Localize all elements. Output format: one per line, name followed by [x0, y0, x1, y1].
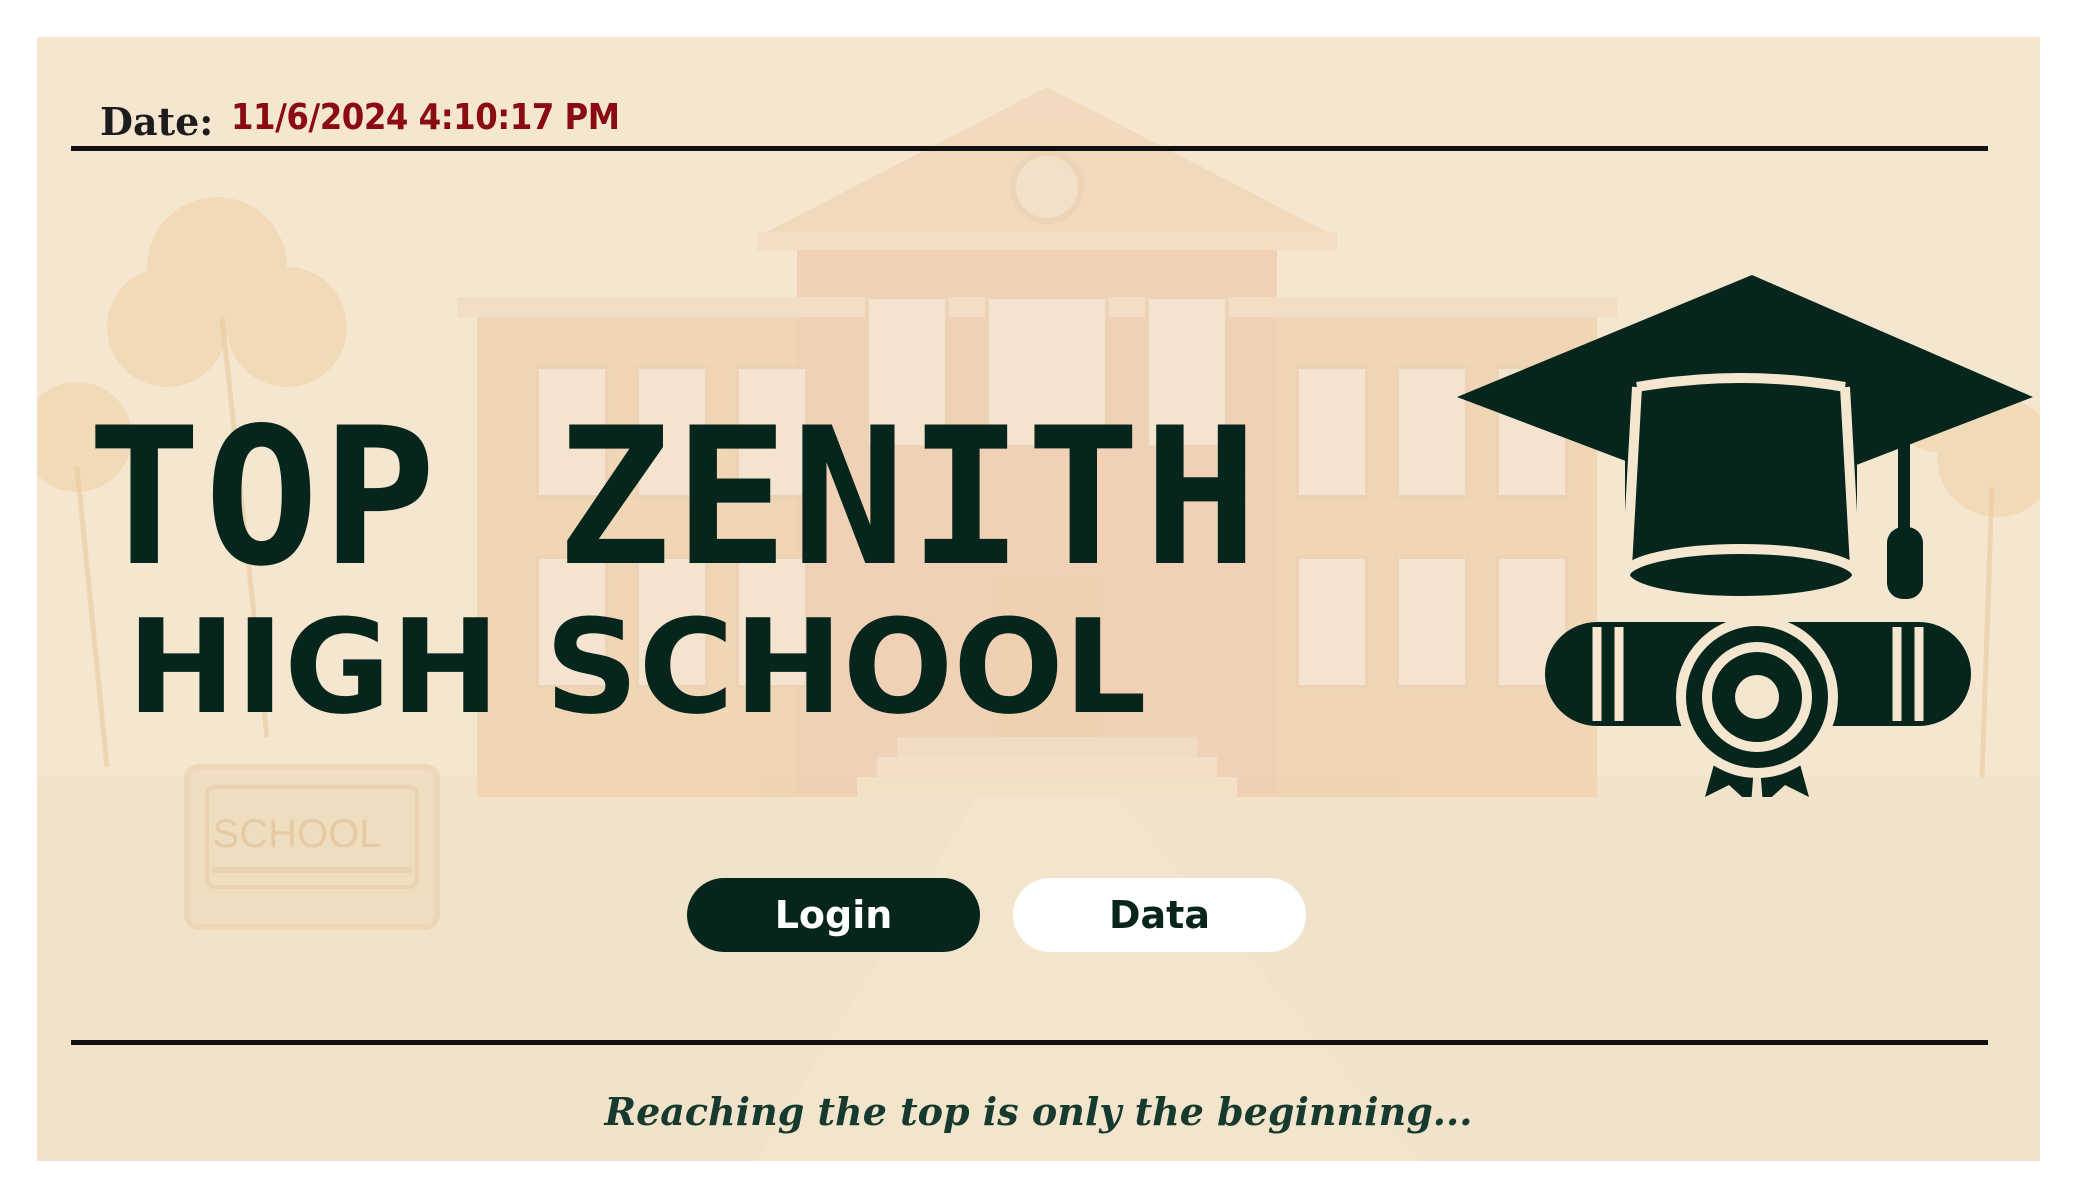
graduation-cap-diploma-icon	[1457, 275, 2033, 797]
date-value: 11/6/2024 4:10:17 PM	[231, 97, 620, 138]
school-tagline: Reaching the top is only the beginning..…	[604, 1089, 1473, 1134]
background-school-sign-text: SCHOOL	[213, 812, 382, 856]
bottom-divider	[71, 1040, 1988, 1045]
school-title: TOP ZENITH	[87, 387, 1261, 608]
date-label: Date:	[100, 99, 214, 144]
app-window: SCHOOL Date: 11/6/2024 4:10:17 PM TOP ZE…	[37, 37, 2040, 1161]
data-button[interactable]: Data	[1013, 878, 1306, 952]
top-divider	[71, 146, 1988, 151]
login-button[interactable]: Login	[687, 878, 980, 952]
school-subtitle: HIGH SCHOOL	[127, 591, 1147, 743]
